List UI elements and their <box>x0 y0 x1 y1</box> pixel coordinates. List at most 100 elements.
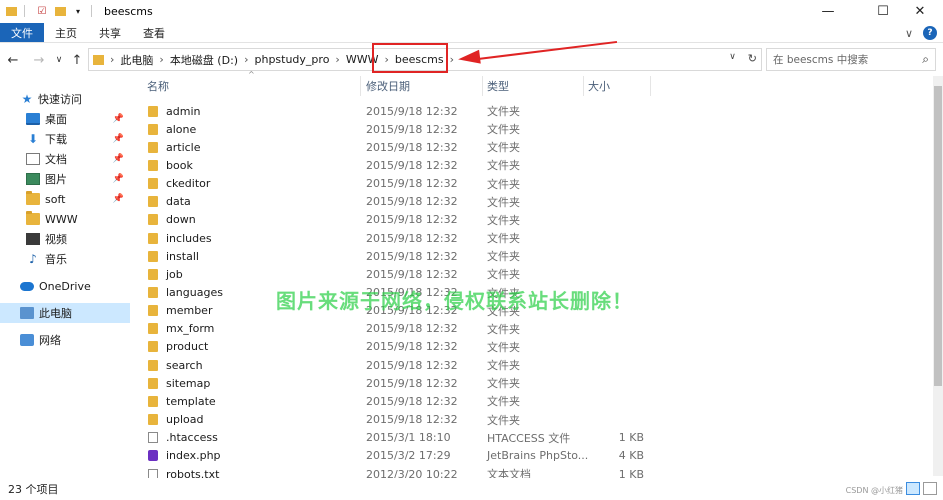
recent-locations-button[interactable]: ∨ <box>50 52 68 68</box>
file-date: 2015/9/18 12:32 <box>366 322 458 336</box>
column-divider[interactable] <box>360 76 361 96</box>
breadcrumb-this-pc[interactable]: 此电脑 <box>120 52 153 68</box>
table-row[interactable]: index.php 2015/3/2 17:29 JetBrains PhpSto.… <box>140 447 660 465</box>
breadcrumb-separator[interactable]: › <box>244 53 248 66</box>
sidebar-item-onedrive[interactable]: OneDrive <box>0 276 130 296</box>
folder-icon <box>148 395 158 407</box>
folder-icon <box>148 305 158 317</box>
tab-share[interactable]: 共享 <box>88 23 132 42</box>
table-row[interactable]: install 2015/9/18 12:32 文件夹 <box>140 247 660 265</box>
sidebar-item-this-pc[interactable]: 此电脑 <box>0 303 130 323</box>
column-header-date[interactable]: 修改日期 <box>366 76 410 96</box>
breadcrumb-phpstudy[interactable]: phpstudy_pro <box>254 53 329 66</box>
table-row[interactable]: ckeditor 2015/9/18 12:32 文件夹 <box>140 175 660 193</box>
refresh-button[interactable]: ↻ <box>748 52 757 65</box>
sidebar-item-desktop[interactable]: 桌面 📌 <box>0 109 130 129</box>
table-row[interactable]: job 2015/9/18 12:32 文件夹 <box>140 265 660 283</box>
file-date: 2015/9/18 12:32 <box>366 394 458 408</box>
file-name-cell: alone <box>148 120 196 138</box>
column-header-type[interactable]: 类型 <box>487 76 509 96</box>
sidebar-item-www[interactable]: WWW <box>0 209 130 229</box>
table-row[interactable]: article 2015/9/18 12:32 文件夹 <box>140 138 660 156</box>
sidebar-item-music[interactable]: ♪ 音乐 <box>0 249 130 269</box>
file-name-cell: sitemap <box>148 374 210 392</box>
file-name-cell: install <box>148 247 199 265</box>
search-box[interactable]: 在 beescms 中搜索 ⌕ <box>766 48 936 71</box>
table-row[interactable]: product 2015/9/18 12:32 文件夹 <box>140 338 660 356</box>
file-date: 2015/9/18 12:32 <box>366 231 458 245</box>
search-icon[interactable]: ⌕ <box>922 52 929 67</box>
column-header-size[interactable]: 大小 <box>588 76 610 96</box>
file-size <box>580 156 644 174</box>
file-type: 文件夹 <box>487 340 520 354</box>
table-row[interactable]: mx_form 2015/9/18 12:32 文件夹 <box>140 320 660 338</box>
tab-file[interactable]: 文件 <box>0 23 44 42</box>
file-type: 文件夹 <box>487 123 520 137</box>
folder-icon <box>93 54 104 65</box>
tab-home[interactable]: 主页 <box>44 23 88 42</box>
breadcrumb-separator[interactable]: › <box>159 53 163 66</box>
new-folder-icon[interactable] <box>53 4 67 18</box>
sidebar-item-pictures[interactable]: 图片 📌 <box>0 169 130 189</box>
folder-icon <box>148 105 158 117</box>
sidebar-item-downloads[interactable]: ⬇ 下载 📌 <box>0 129 130 149</box>
divider <box>91 5 92 17</box>
table-row[interactable]: upload 2015/9/18 12:32 文件夹 <box>140 411 660 429</box>
sidebar-item-network[interactable]: 网络 <box>0 330 130 350</box>
forward-button[interactable]: → <box>30 52 48 68</box>
file-date: 2015/9/18 12:32 <box>366 413 458 427</box>
file-name: data <box>166 195 191 209</box>
up-button[interactable]: ↑ <box>68 52 86 68</box>
tab-view[interactable]: 查看 <box>132 23 176 42</box>
customize-toolbar-icon[interactable]: ▾ <box>71 4 85 18</box>
annotation-arrow-head <box>457 49 481 67</box>
table-row[interactable]: includes 2015/9/18 12:32 文件夹 <box>140 229 660 247</box>
details-view-button[interactable] <box>906 482 920 495</box>
sidebar-item-videos[interactable]: 视频 <box>0 229 130 249</box>
folder-icon <box>4 4 18 18</box>
sidebar-item-documents[interactable]: 文档 📌 <box>0 149 130 169</box>
picture-icon <box>26 173 40 185</box>
table-row[interactable]: search 2015/9/18 12:32 文件夹 <box>140 356 660 374</box>
address-dropdown-button[interactable]: ∨ <box>729 52 736 65</box>
large-icons-view-button[interactable] <box>923 482 937 495</box>
back-button[interactable]: ← <box>4 52 22 68</box>
file-name: .htaccess <box>166 431 218 445</box>
breadcrumb-separator[interactable]: › <box>335 53 339 66</box>
table-row[interactable]: .htaccess 2015/3/1 18:10 HTACCESS 文件 1 KB <box>140 429 660 447</box>
file-name: product <box>166 340 209 354</box>
table-row[interactable]: admin 2015/9/18 12:32 文件夹 <box>140 102 660 120</box>
folder-icon <box>148 323 158 335</box>
table-row[interactable]: down 2015/9/18 12:32 文件夹 <box>140 211 660 229</box>
scrollbar-thumb[interactable] <box>934 86 942 386</box>
breadcrumb-separator[interactable]: › <box>450 53 454 66</box>
file-name-cell: upload <box>148 411 203 429</box>
column-divider[interactable] <box>583 76 584 96</box>
search-input[interactable]: 在 beescms 中搜索 <box>773 52 868 67</box>
sidebar-item-soft[interactable]: soft 📌 <box>0 189 130 209</box>
computer-icon <box>20 307 34 319</box>
table-row[interactable]: sitemap 2015/9/18 12:32 文件夹 <box>140 374 660 392</box>
desktop-icon <box>26 113 40 125</box>
minimize-button[interactable]: — <box>805 0 851 22</box>
sidebar-item-quick-access[interactable]: ★ 快速访问 <box>0 89 130 109</box>
file-date: 2015/3/1 18:10 <box>366 431 451 445</box>
table-row[interactable]: data 2015/9/18 12:32 文件夹 <box>140 193 660 211</box>
file-date: 2015/9/18 12:32 <box>366 213 458 227</box>
file-type: 文件夹 <box>487 195 520 209</box>
table-row[interactable]: robots.txt 2012/3/20 10:22 文本文档 1 KB <box>140 465 660 478</box>
table-row[interactable]: book 2015/9/18 12:32 文件夹 <box>140 156 660 174</box>
table-row[interactable]: template 2015/9/18 12:32 文件夹 <box>140 392 660 410</box>
breadcrumb-local-disk[interactable]: 本地磁盘 (D:) <box>170 52 238 68</box>
table-row[interactable]: alone 2015/9/18 12:32 文件夹 <box>140 120 660 138</box>
vertical-scrollbar[interactable] <box>933 76 943 476</box>
file-name: alone <box>166 122 197 136</box>
column-header-name[interactable]: 名称 <box>147 76 169 96</box>
properties-icon[interactable]: ☑ <box>35 4 49 18</box>
help-icon[interactable]: ? <box>923 26 937 40</box>
column-divider[interactable] <box>482 76 483 96</box>
close-button[interactable]: ✕ <box>897 0 943 22</box>
ribbon-collapse-button[interactable]: ∨ <box>905 27 913 40</box>
sidebar-item-label: OneDrive <box>39 279 91 293</box>
column-divider[interactable] <box>650 76 651 96</box>
